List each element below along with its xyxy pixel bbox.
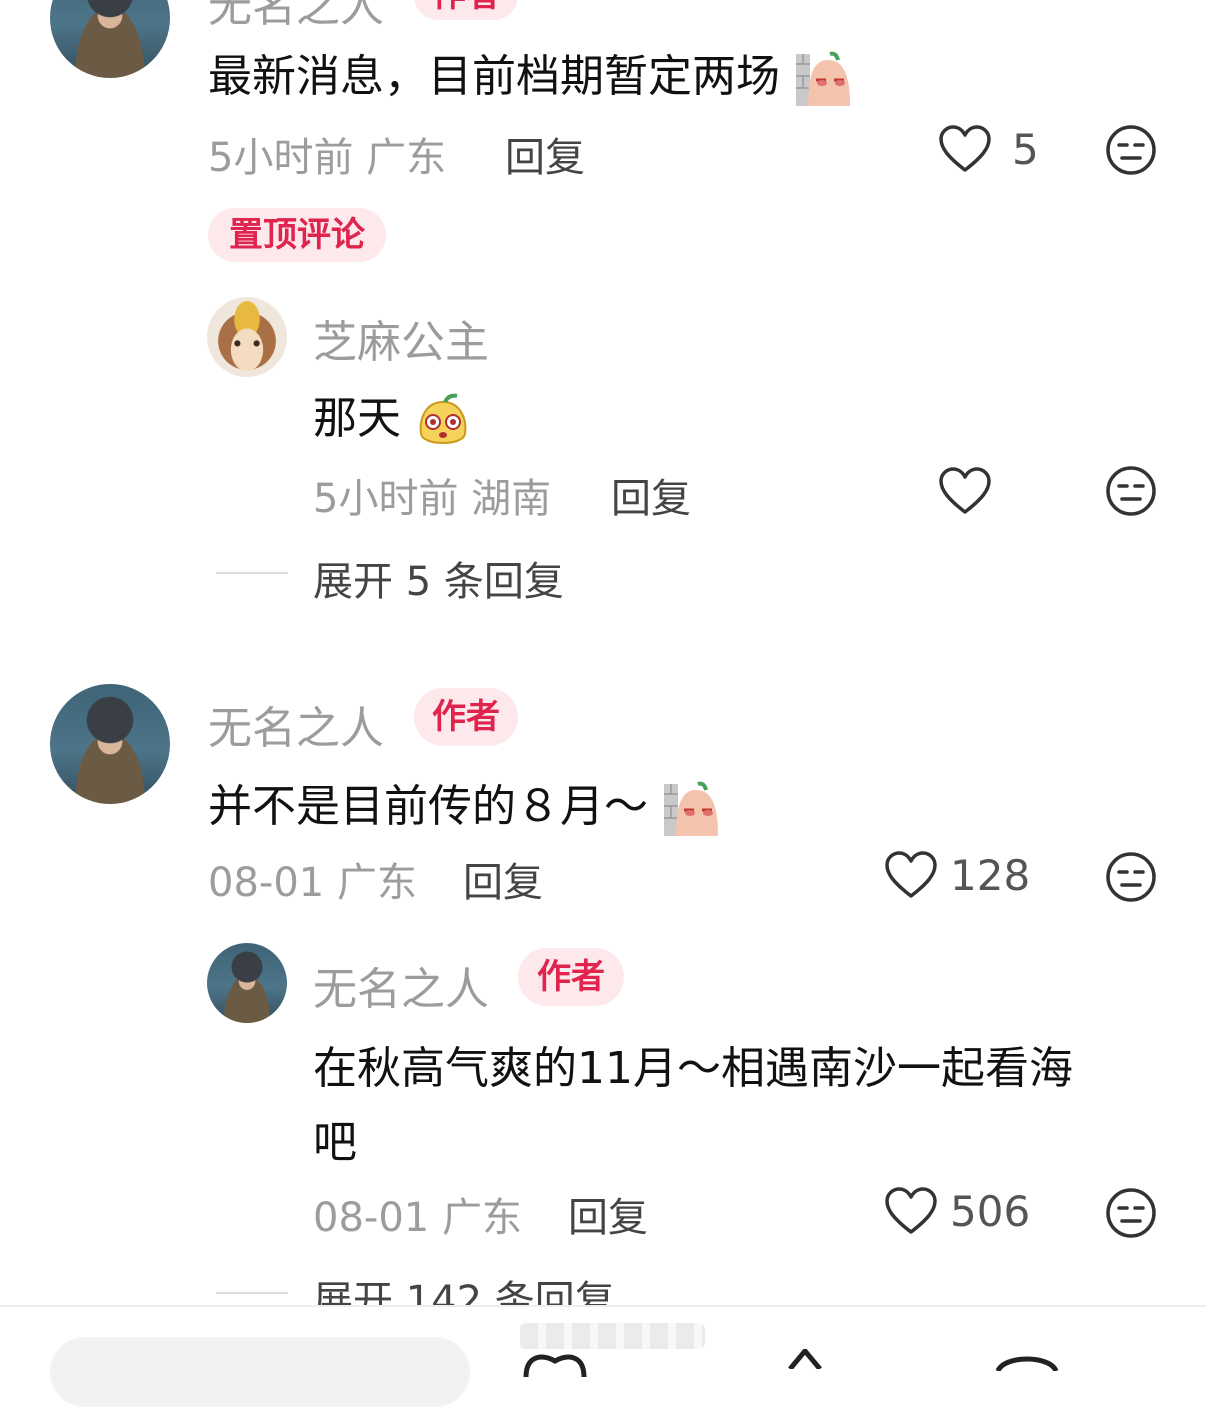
- comment-text: 并不是目前传的８月～: [208, 770, 720, 838]
- meh-face-icon[interactable]: [1105, 465, 1157, 517]
- heart-outline-icon: [939, 125, 991, 172]
- author-badge: 作者: [414, 688, 518, 746]
- comment-text: 最新消息，目前档期暂定两场: [208, 40, 852, 108]
- reply-time-location: 08-01 广东: [313, 1195, 522, 1241]
- heart-outline-icon[interactable]: [938, 466, 992, 516]
- avatar[interactable]: [50, 0, 170, 78]
- heart-outline-icon: [885, 1187, 937, 1234]
- divider: [216, 572, 288, 574]
- reply-author[interactable]: 芝麻公主: [313, 306, 489, 370]
- reply-text-line1: 在秋高气爽的11月～相遇南沙一起看海: [313, 1043, 1073, 1094]
- like-button[interactable]: 506: [884, 1186, 1030, 1236]
- comment-input[interactable]: [50, 1337, 470, 1407]
- pinned-badge: 置顶评论: [208, 208, 386, 262]
- like-count: 128: [950, 850, 1031, 900]
- expand-replies-button[interactable]: 展开 5 条回复: [313, 549, 564, 607]
- heart-outline-icon[interactable]: [520, 1347, 590, 1377]
- author-badge: 作者: [518, 948, 624, 1006]
- meh-face-icon[interactable]: [1105, 124, 1157, 176]
- divider: [216, 1292, 288, 1294]
- heart-outline-icon: [885, 851, 937, 898]
- like-button[interactable]: 5: [938, 124, 1039, 174]
- like-count: 506: [950, 1186, 1031, 1236]
- comment-text-content: 并不是目前传的８月～: [208, 781, 648, 832]
- star-icon[interactable]: [780, 1349, 830, 1369]
- author-badge: 作者: [414, 0, 518, 20]
- comment-text-content: 最新消息，目前档期暂定两场: [208, 51, 780, 102]
- reply-author[interactable]: 无名之人: [313, 953, 489, 1017]
- like-count: 5: [1012, 124, 1039, 174]
- peek-wall-emoji: [664, 781, 718, 836]
- comment-time-location: 5小时前 广东: [208, 135, 447, 181]
- meh-face-icon[interactable]: [1105, 1187, 1157, 1239]
- comment-author[interactable]: 无名之人: [208, 692, 384, 756]
- reply-time-location: 5小时前 湖南: [313, 476, 552, 522]
- avatar[interactable]: [207, 297, 287, 377]
- surprised-face-emoji: [419, 393, 467, 444]
- watermark: [520, 1323, 705, 1349]
- reply-text: 那天: [313, 382, 471, 450]
- reply-button[interactable]: 回复: [568, 1185, 648, 1243]
- bottom-bar: [0, 1305, 1206, 1407]
- reply-text-line2: 吧: [313, 1117, 357, 1168]
- like-button[interactable]: 128: [884, 850, 1030, 900]
- comment-icon[interactable]: [992, 1351, 1062, 1371]
- comment-author[interactable]: 无名之人: [208, 0, 384, 34]
- reply-button[interactable]: 回复: [505, 125, 585, 183]
- avatar[interactable]: [50, 684, 170, 804]
- comment-time-location: 08-01 广东: [208, 860, 417, 906]
- peek-wall-emoji: [796, 51, 850, 106]
- reply-button[interactable]: 回复: [611, 466, 691, 524]
- reply-button[interactable]: 回复: [463, 850, 543, 908]
- meh-face-icon[interactable]: [1105, 851, 1157, 903]
- avatar[interactable]: [207, 943, 287, 1023]
- reply-text-content: 那天: [313, 393, 401, 444]
